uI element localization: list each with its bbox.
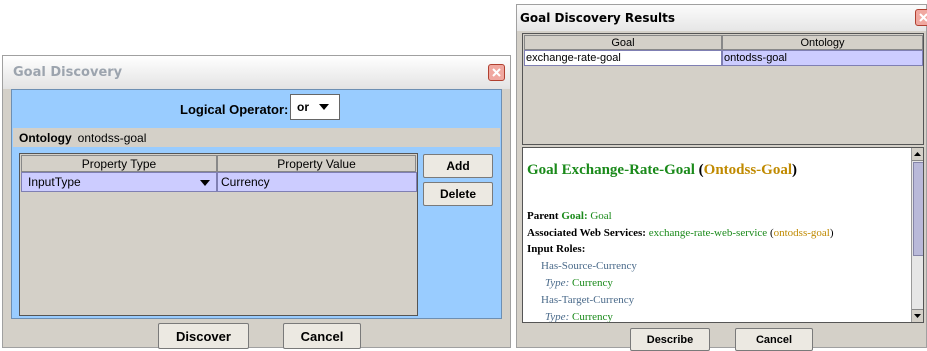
ontology-row: Ontology ontodss-goal [13, 128, 500, 147]
detail-scrollbar[interactable] [911, 148, 923, 322]
delete-button[interactable]: Delete [423, 182, 493, 206]
goal-discovery-window: Goal Discovery Logical Operator: or Onto… [2, 55, 511, 349]
column-header-ontology[interactable]: Ontology [722, 35, 923, 50]
scroll-thumb[interactable] [913, 162, 923, 256]
results-titlebar[interactable]: Goal Discovery Results [517, 5, 927, 31]
goal-cell-text: exchange-rate-goal [526, 52, 621, 64]
property-value-cell[interactable]: Currency [217, 172, 417, 192]
close-icon[interactable] [488, 64, 505, 81]
logical-operator-select[interactable]: or [290, 94, 340, 120]
column-header-property-value[interactable]: Property Value [217, 155, 416, 172]
property-table: Property Type Property Value InputType C… [19, 153, 418, 316]
results-table: Goal Ontology exchange-rate-goal ontodss… [522, 33, 924, 145]
property-type-select[interactable]: InputType [21, 172, 217, 192]
detail-heading: Goal Exchange-Rate-Goal (Ontodss-Goal) [527, 162, 797, 179]
ontology-value: ontodss-goal [77, 130, 147, 145]
role-type-value: Currency [571, 277, 613, 289]
service-link[interactable]: exchange-rate-web-service [649, 227, 767, 239]
ontology-cell[interactable]: ontodss-goal [722, 50, 923, 66]
parent-value-link[interactable]: Goal [590, 210, 611, 222]
goal-cell[interactable]: exchange-rate-goal [524, 50, 722, 66]
column-header-property-type[interactable]: Property Type [21, 155, 217, 172]
input-roles-label: Input Roles: [527, 243, 586, 255]
close-icon[interactable] [915, 9, 927, 26]
goal-detail-pane: Goal Exchange-Rate-Goal (Ontodss-Goal) P… [522, 147, 924, 323]
goal-heading-name: Goal Exchange-Rate-Goal [527, 162, 695, 178]
chevron-down-icon [200, 180, 210, 186]
role-name: Has-Target-Currency [541, 294, 635, 306]
scroll-up-icon[interactable] [912, 148, 923, 161]
parent-label: Parent [527, 210, 559, 222]
cancel-button[interactable]: Cancel [283, 323, 361, 349]
discover-button[interactable]: Discover [158, 323, 249, 349]
table-row[interactable]: InputType Currency [21, 172, 417, 192]
add-button[interactable]: Add [423, 154, 493, 178]
goal-heading-ontology: Ontodss-Goal [703, 162, 793, 178]
logical-operator-label: Logical Operator: [180, 102, 289, 117]
role-type-line: Type: Currency [545, 277, 613, 289]
role-name: Has-Source-Currency [541, 260, 637, 272]
window-title: Goal Discovery [13, 65, 123, 80]
property-type-value: InputType [28, 175, 81, 189]
role-type-label: Type: [545, 311, 570, 323]
logical-operator-value: or [297, 100, 309, 114]
service-paren-close: ) [829, 227, 834, 239]
heading-paren-close: ) [792, 162, 798, 178]
role-type-line: Type: Currency [545, 311, 613, 323]
role-type-value: Currency [571, 311, 613, 323]
scroll-down-icon[interactable] [912, 309, 923, 322]
service-ontology-link[interactable]: ontodss-goal [774, 227, 830, 239]
property-value-text: Currency [221, 175, 270, 189]
chevron-down-icon [319, 104, 329, 110]
ontology-label: Ontology [19, 130, 72, 145]
window-title: Goal Discovery Results [520, 11, 675, 25]
ontology-cell-text: ontodss-goal [724, 52, 787, 64]
goal-discovery-panel: Logical Operator: or Ontology ontodss-go… [11, 89, 502, 319]
table-row[interactable]: exchange-rate-goal ontodss-goal [524, 50, 923, 66]
services-label: Associated Web Services: [527, 227, 646, 239]
role-type-label: Type: [545, 277, 570, 289]
column-header-goal[interactable]: Goal [524, 35, 722, 50]
detail-services-line: Associated Web Services: exchange-rate-w… [527, 227, 834, 239]
parent-kind: Goal: [561, 210, 588, 222]
goal-discovery-titlebar[interactable]: Goal Discovery [3, 56, 510, 89]
goal-discovery-results-window: Goal Discovery Results Goal Ontology exc… [516, 4, 927, 351]
detail-parent-line: Parent Goal: Goal [527, 210, 612, 222]
